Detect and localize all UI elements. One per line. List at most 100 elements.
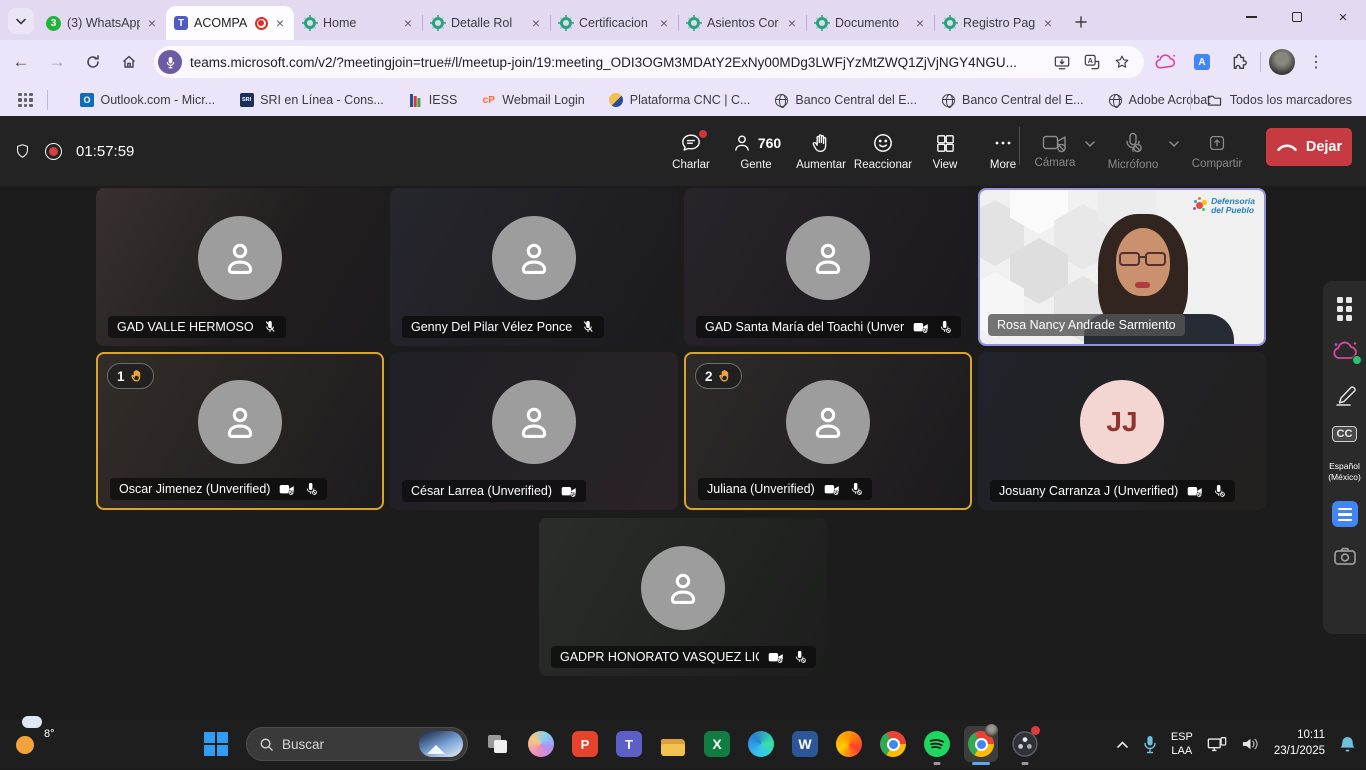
close-tab-icon[interactable]: ×	[530, 15, 542, 31]
profile-avatar[interactable]	[1269, 49, 1295, 75]
screenshot-camera-icon[interactable]	[1333, 546, 1357, 566]
leave-button[interactable]: Dejar	[1266, 128, 1352, 166]
excel-icon[interactable]: X	[700, 726, 734, 762]
mic-muted-icon	[938, 320, 952, 334]
highlighter-icon[interactable]	[1332, 381, 1358, 407]
close-tab-icon[interactable]: ×	[658, 15, 670, 31]
bookmark-star-icon[interactable]	[1110, 51, 1134, 73]
notification-bell-icon[interactable]	[1339, 735, 1356, 754]
home-button[interactable]	[114, 47, 144, 77]
close-tab-icon[interactable]: ×	[1042, 15, 1054, 31]
bookmark-outlook[interactable]: O Outlook.com - Micr...	[80, 93, 216, 108]
all-bookmarks-button[interactable]: Todos los marcadores	[1182, 84, 1352, 116]
participant-tile-gad-valle-hermoso[interactable]: GAD VALLE HERMOSO	[96, 188, 384, 346]
site-info-icon[interactable]	[158, 50, 182, 74]
avatar-placeholder	[492, 216, 576, 300]
restore-button[interactable]	[1274, 0, 1320, 34]
forward-button[interactable]: →	[42, 47, 72, 77]
close-tab-icon[interactable]: ×	[146, 15, 158, 31]
camera-off-icon	[1187, 485, 1203, 498]
share-button[interactable]: Compartir	[1182, 122, 1252, 180]
cloud-extension-icon[interactable]	[1152, 48, 1180, 76]
reload-button[interactable]	[78, 47, 108, 77]
language-indicator[interactable]: ESP LAA	[1171, 730, 1193, 759]
camera-button[interactable]: Cámara	[1026, 122, 1084, 180]
back-button[interactable]: ←	[6, 47, 36, 77]
bookmark-bce-2[interactable]: Banco Central del E...	[941, 93, 1084, 108]
taskbar-search[interactable]: Buscar	[246, 727, 468, 761]
network-icon[interactable]	[1207, 736, 1227, 753]
apps-grid-icon[interactable]	[1337, 297, 1352, 321]
install-app-icon[interactable]	[1050, 51, 1074, 73]
tab-certificacion[interactable]: Certificacion ×	[550, 6, 678, 40]
bookmark-bce-1[interactable]: Banco Central del E...	[774, 93, 917, 108]
chat-button[interactable]: Charlar	[662, 122, 720, 180]
weather-widget[interactable]: 8°	[16, 726, 55, 754]
tab-whatsapp[interactable]: 3 (3) WhatsApp ×	[38, 6, 166, 40]
browser-menu-icon[interactable]: ⋮	[1301, 47, 1331, 77]
close-tab-icon[interactable]: ×	[786, 15, 798, 31]
copilot-icon[interactable]	[524, 726, 558, 762]
task-view-button[interactable]	[480, 726, 514, 762]
camera-options-chevron[interactable]	[1084, 135, 1096, 153]
participant-tile-gad-santa-maria[interactable]: GAD Santa María del Toachi (Unverifi...	[684, 188, 972, 346]
participant-tile-rosa-video[interactable]: Defensoría del Pueblo Rosa Nancy Andrade…	[978, 188, 1266, 346]
raise-hand-button[interactable]: Aumentar	[792, 122, 850, 180]
participant-tile-genny[interactable]: Genny Del Pilar Vélez Ponce	[390, 188, 678, 346]
tab-teams-active[interactable]: T ACOMPA ×	[166, 6, 294, 40]
mic-button[interactable]: Micrófono	[1098, 122, 1168, 180]
chat-label: Charlar	[672, 159, 710, 171]
speaker-icon[interactable]	[1241, 736, 1260, 752]
participant-tile-cesar[interactable]: César Larrea (Unverified)	[390, 352, 678, 510]
mic-in-use-icon[interactable]	[1143, 735, 1157, 754]
participant-tile-gadpr-honorato[interactable]: GADPR HONORATO VASQUEZ LIC. VI...	[539, 518, 827, 676]
chrome-icon[interactable]	[876, 726, 910, 762]
firefox-icon[interactable]	[832, 726, 866, 762]
close-tab-icon[interactable]: ×	[402, 15, 414, 31]
tab-asientos[interactable]: Asientos Cor ×	[678, 6, 806, 40]
tab-documento[interactable]: Documento ×	[806, 6, 934, 40]
translate-page-icon[interactable]: A	[1080, 51, 1104, 73]
close-tab-icon[interactable]: ×	[914, 15, 926, 31]
tab-registro-pag[interactable]: Registro Pag ×	[934, 6, 1062, 40]
tab-detalle-rol[interactable]: Detalle Rol ×	[422, 6, 550, 40]
bookmark-webmail[interactable]: cP Webmail Login	[481, 93, 584, 108]
word-icon[interactable]: W	[788, 726, 822, 762]
cloud-extension-icon[interactable]	[1331, 340, 1359, 362]
react-button[interactable]: Reaccionar	[850, 122, 916, 180]
clock-widget[interactable]: 10:11 23/1/2025	[1274, 728, 1325, 759]
apps-grid-icon[interactable]	[18, 93, 33, 108]
address-bar[interactable]: teams.microsoft.com/v2/?meetingjoin=true…	[154, 46, 1144, 78]
new-tab-button[interactable]	[1068, 9, 1094, 35]
file-explorer-icon[interactable]	[656, 726, 690, 762]
translate-extension-icon[interactable]: A	[1188, 48, 1216, 76]
participant-tile-josuany[interactable]: JJ Josuany Carranza J (Unverified)	[978, 352, 1266, 510]
hidden-icons-chevron[interactable]	[1116, 740, 1129, 749]
edge-icon[interactable]	[744, 726, 778, 762]
tab-home[interactable]: Home ×	[294, 6, 422, 40]
minimize-button[interactable]	[1228, 0, 1274, 34]
tab-search-button[interactable]	[8, 8, 34, 34]
teams-app-icon[interactable]: T	[612, 726, 646, 762]
obs-icon[interactable]	[1008, 726, 1042, 762]
chrome-active-icon[interactable]	[964, 726, 998, 762]
participant-name: César Larrea (Unverified)	[411, 484, 552, 498]
bookmark-cnc[interactable]: Plataforma CNC | C...	[609, 93, 751, 108]
bookmark-iess[interactable]: IESS	[408, 93, 458, 108]
close-window-button[interactable]: ×	[1320, 0, 1366, 34]
participant-tile-juliana[interactable]: 2 Juliana (Unverified)	[684, 352, 972, 510]
docs-icon[interactable]	[1332, 501, 1358, 527]
extensions-puzzle-icon[interactable]	[1224, 48, 1252, 76]
start-button[interactable]	[204, 732, 228, 756]
folder-icon	[1207, 94, 1222, 107]
mic-options-chevron[interactable]	[1168, 135, 1180, 153]
view-button[interactable]: View	[916, 122, 974, 180]
pdf-app-icon[interactable]: P	[568, 726, 602, 762]
closed-captions-button[interactable]: CC	[1332, 426, 1358, 442]
spotify-icon[interactable]	[920, 726, 954, 762]
close-tab-icon[interactable]: ×	[274, 15, 286, 31]
participant-tile-oscar[interactable]: 1 Oscar Jimenez (Unverified)	[96, 352, 384, 510]
url-text[interactable]: teams.microsoft.com/v2/?meetingjoin=true…	[190, 55, 1044, 70]
bookmark-sri[interactable]: SRI SRI en Línea - Cons...	[239, 93, 384, 108]
people-button[interactable]: 760 Gente	[720, 122, 792, 180]
